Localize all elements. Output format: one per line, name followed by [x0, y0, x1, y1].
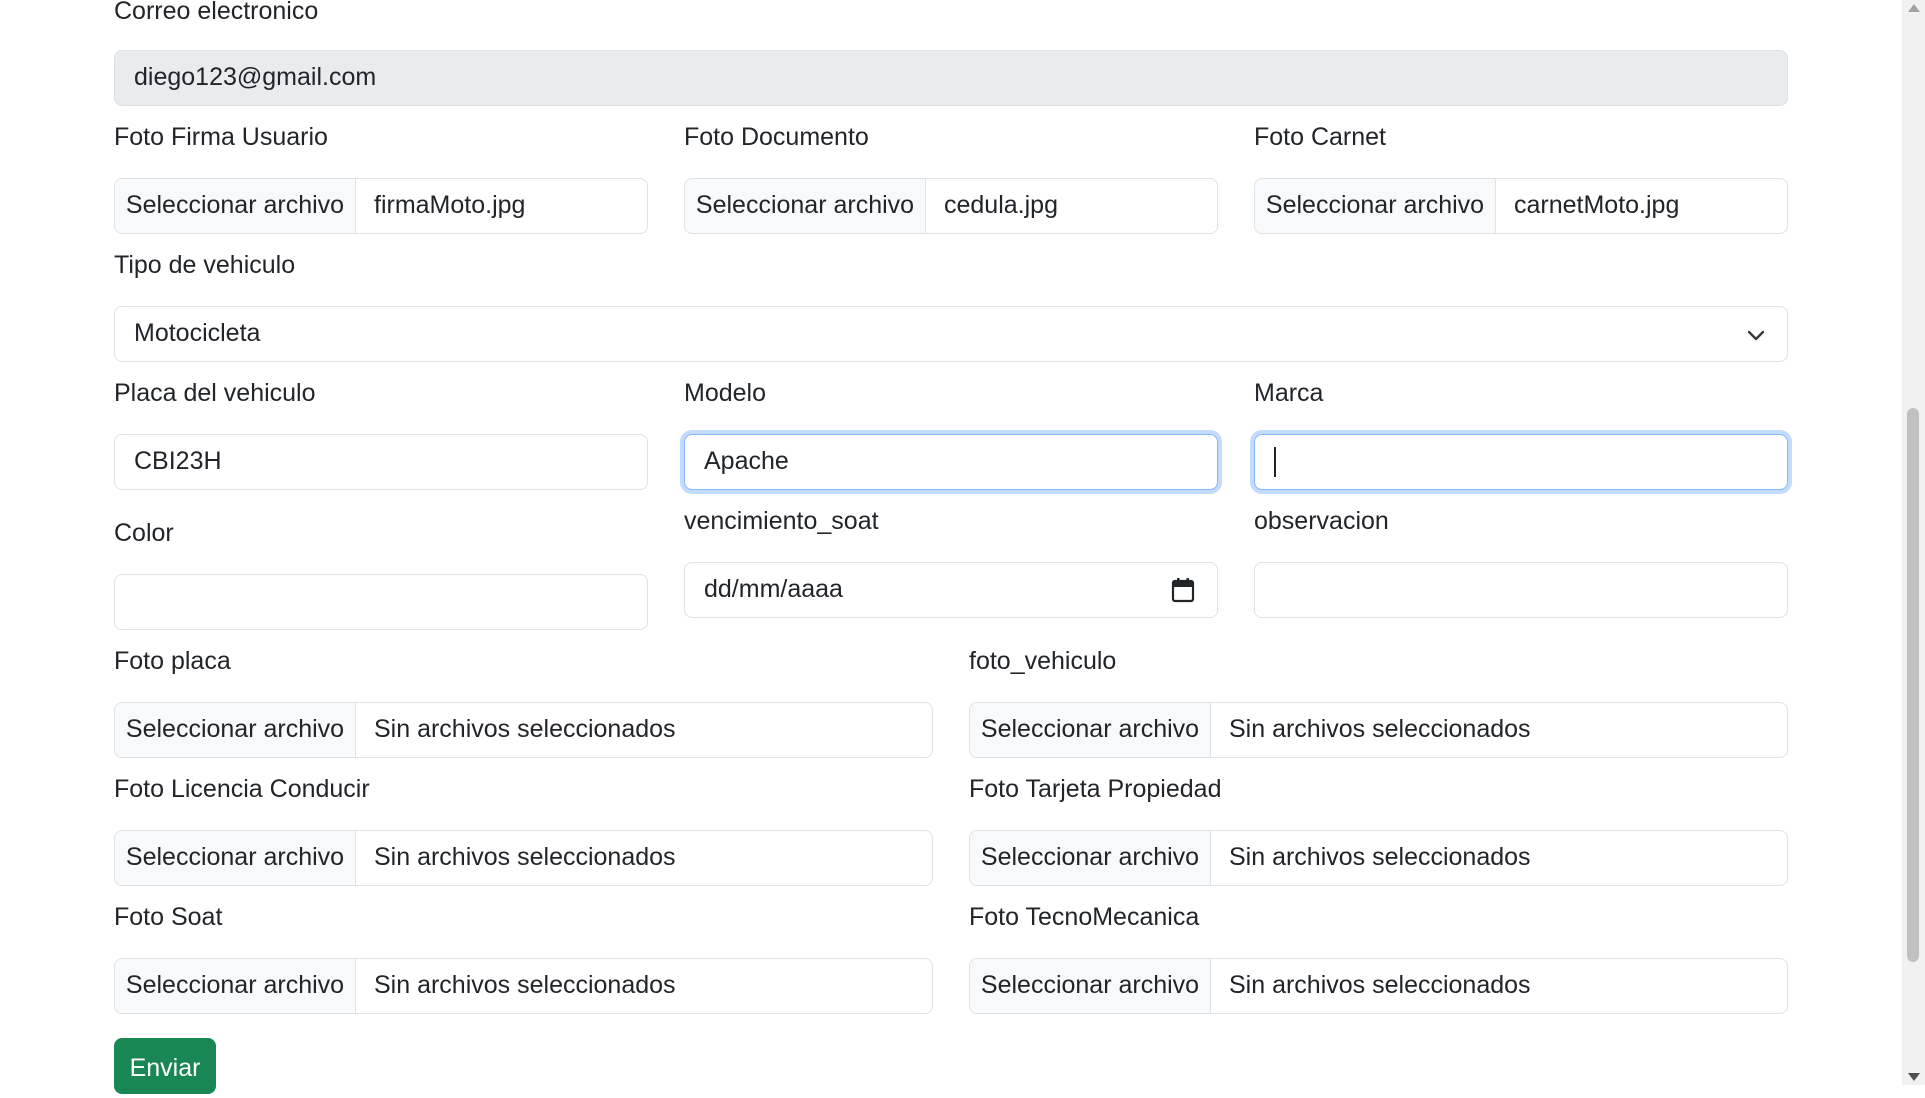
foto-tarjeta-select-button[interactable]: Seleccionar archivo — [970, 831, 1211, 885]
marca-label: Marca — [1254, 379, 1324, 407]
vencimiento-soat-date-input[interactable]: dd/mm/aaaa — [684, 562, 1218, 618]
foto-vehiculo-filename: Sin archivos seleccionados — [1229, 715, 1531, 743]
observacion-input[interactable] — [1254, 562, 1788, 618]
modelo-label: Modelo — [684, 379, 766, 407]
vertical-scrollbar[interactable] — [1902, 0, 1925, 1085]
color-label: Color — [114, 519, 174, 547]
date-placeholder: dd/mm/aaaa — [704, 575, 843, 603]
modelo-input[interactable]: Apache — [684, 434, 1218, 490]
placa-label: Placa del vehiculo — [114, 379, 316, 407]
scroll-down-arrow-icon[interactable] — [1908, 1073, 1920, 1081]
foto-licencia-filename: Sin archivos seleccionados — [374, 843, 676, 871]
scroll-up-arrow-icon[interactable] — [1908, 4, 1920, 12]
foto-documento-label: Foto Documento — [684, 123, 869, 151]
foto-licencia-label: Foto Licencia Conducir — [114, 775, 370, 803]
calendar-icon[interactable] — [1171, 577, 1195, 603]
foto-placa-file-input[interactable]: Seleccionar archivo Sin archivos selecci… — [114, 702, 933, 758]
email-label: Correo electronico — [114, 0, 319, 25]
observacion-label: observacion — [1254, 507, 1389, 535]
foto-soat-file-input[interactable]: Seleccionar archivo Sin archivos selecci… — [114, 958, 933, 1014]
foto-tarjeta-file-input[interactable]: Seleccionar archivo Sin archivos selecci… — [969, 830, 1788, 886]
foto-tarjeta-filename: Sin archivos seleccionados — [1229, 843, 1531, 871]
foto-firma-select-button[interactable]: Seleccionar archivo — [115, 179, 356, 233]
foto-carnet-filename: carnetMoto.jpg — [1514, 191, 1680, 219]
foto-carnet-select-button[interactable]: Seleccionar archivo — [1255, 179, 1496, 233]
foto-placa-filename: Sin archivos seleccionados — [374, 715, 676, 743]
foto-soat-select-button[interactable]: Seleccionar archivo — [115, 959, 356, 1013]
color-input[interactable] — [114, 574, 648, 630]
foto-soat-label: Foto Soat — [114, 903, 223, 931]
text-caret — [1274, 447, 1276, 478]
placa-input[interactable]: CBI23H — [114, 434, 648, 490]
foto-tarjeta-label: Foto Tarjeta Propiedad — [969, 775, 1222, 803]
foto-tecno-filename: Sin archivos seleccionados — [1229, 971, 1531, 999]
chevron-down-icon — [1747, 330, 1765, 341]
vencimiento-soat-label: vencimiento_soat — [684, 507, 879, 535]
foto-placa-select-button[interactable]: Seleccionar archivo — [115, 703, 356, 757]
email-field: diego123@gmail.com — [114, 50, 1788, 106]
foto-carnet-file-input[interactable]: Seleccionar archivo carnetMoto.jpg — [1254, 178, 1788, 234]
foto-firma-filename: firmaMoto.jpg — [374, 191, 526, 219]
foto-vehiculo-label: foto_vehiculo — [969, 647, 1117, 675]
foto-soat-filename: Sin archivos seleccionados — [374, 971, 676, 999]
tipo-vehiculo-label: Tipo de vehiculo — [114, 251, 296, 279]
foto-vehiculo-select-button[interactable]: Seleccionar archivo — [970, 703, 1211, 757]
foto-firma-file-input[interactable]: Seleccionar archivo firmaMoto.jpg — [114, 178, 648, 234]
tipo-vehiculo-select[interactable]: Motocicleta — [114, 306, 1788, 362]
tipo-vehiculo-selected-value: Motocicleta — [134, 319, 261, 347]
vehicle-registration-form: Correo electronico diego123@gmail.com Fo… — [0, 0, 1902, 1094]
submit-button[interactable]: Enviar — [114, 1038, 216, 1094]
marca-input[interactable] — [1254, 434, 1788, 490]
foto-tecno-label: Foto TecnoMecanica — [969, 903, 1200, 931]
foto-documento-filename: cedula.jpg — [944, 191, 1058, 219]
foto-tecno-file-input[interactable]: Seleccionar archivo Sin archivos selecci… — [969, 958, 1788, 1014]
scrollbar-thumb[interactable] — [1907, 408, 1919, 962]
foto-tecno-select-button[interactable]: Seleccionar archivo — [970, 959, 1211, 1013]
foto-firma-label: Foto Firma Usuario — [114, 123, 328, 151]
foto-licencia-file-input[interactable]: Seleccionar archivo Sin archivos selecci… — [114, 830, 933, 886]
foto-licencia-select-button[interactable]: Seleccionar archivo — [115, 831, 356, 885]
foto-documento-select-button[interactable]: Seleccionar archivo — [685, 179, 926, 233]
foto-carnet-label: Foto Carnet — [1254, 123, 1387, 151]
foto-placa-label: Foto placa — [114, 647, 231, 675]
foto-vehiculo-file-input[interactable]: Seleccionar archivo Sin archivos selecci… — [969, 702, 1788, 758]
foto-documento-file-input[interactable]: Seleccionar archivo cedula.jpg — [684, 178, 1218, 234]
